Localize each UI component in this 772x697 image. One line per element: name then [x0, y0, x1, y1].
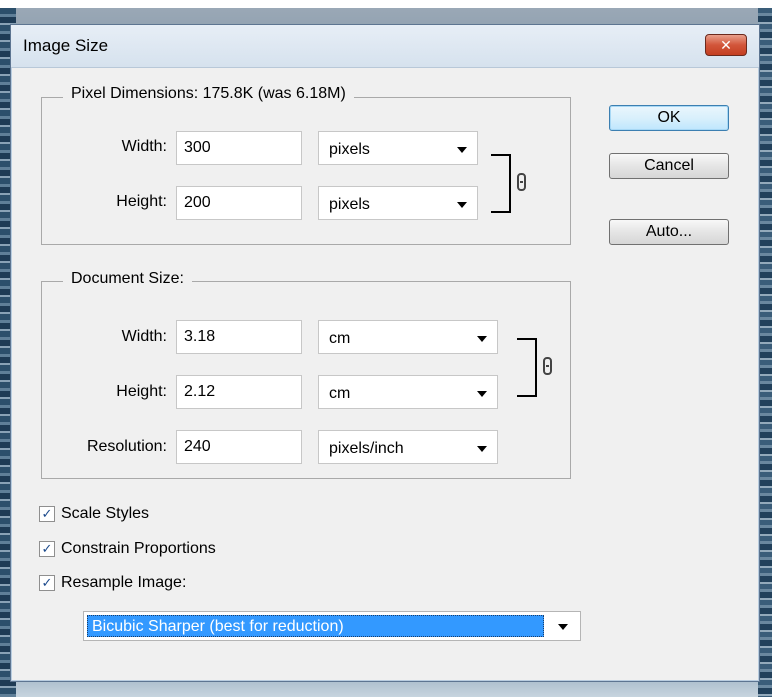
- auto-button[interactable]: Auto...: [609, 219, 729, 245]
- resample-image-label[interactable]: Resample Image:: [61, 574, 186, 592]
- dialog-title: Image Size: [23, 36, 109, 55]
- doc-height-unit-value: cm: [329, 385, 351, 402]
- resolution-unit-value: pixels/inch: [329, 440, 404, 457]
- chevron-down-icon: [477, 391, 487, 397]
- chevron-down-icon: [457, 147, 467, 153]
- constrain-proportions-checkbox[interactable]: ✓: [39, 541, 55, 557]
- title-bar[interactable]: Image Size ✕: [11, 25, 759, 68]
- chevron-down-icon: [477, 446, 487, 452]
- chain-link-icon: [517, 173, 526, 191]
- background-photo-right: [758, 8, 772, 697]
- pixel-width-unit-value: pixels: [329, 141, 370, 158]
- pixel-dimensions-legend: Pixel Dimensions: 175.8K (was 6.18M): [63, 85, 354, 103]
- close-button[interactable]: ✕: [705, 34, 747, 56]
- chevron-down-icon: [558, 624, 568, 630]
- pixel-height-input[interactable]: 200: [176, 186, 302, 220]
- checkmark-icon: ✓: [41, 575, 53, 590]
- resample-image-checkbox[interactable]: ✓: [39, 575, 55, 591]
- doc-height-unit-select[interactable]: cm: [318, 375, 498, 409]
- image-size-dialog: Image Size ✕ Pixel Dimensions: 175.8K (w…: [10, 24, 760, 682]
- doc-width-label: Width:: [121, 328, 167, 345]
- ok-button[interactable]: OK: [609, 105, 729, 131]
- resample-method-value: Bicubic Sharper (best for reduction): [87, 615, 544, 637]
- close-icon: ✕: [720, 37, 732, 53]
- scale-styles-label[interactable]: Scale Styles: [61, 505, 149, 523]
- checkmark-icon: ✓: [41, 541, 53, 556]
- pixel-width-unit-select[interactable]: pixels: [318, 131, 478, 165]
- resolution-unit-select[interactable]: pixels/inch: [318, 430, 498, 464]
- doc-width-unit-value: cm: [329, 330, 351, 347]
- chain-link-icon: [543, 357, 552, 375]
- resolution-label: Resolution:: [86, 438, 167, 455]
- pixel-width-input[interactable]: 300: [176, 131, 302, 165]
- constrain-proportions-label[interactable]: Constrain Proportions: [61, 540, 216, 558]
- chevron-down-icon: [457, 202, 467, 208]
- pixel-height-label: Height:: [116, 193, 167, 210]
- resample-method-select[interactable]: Bicubic Sharper (best for reduction): [83, 611, 581, 641]
- doc-constrain-bracket: [517, 338, 537, 397]
- checkmark-icon: ✓: [41, 506, 53, 521]
- resolution-input[interactable]: 240: [176, 430, 302, 464]
- pixel-constrain-bracket: [491, 154, 511, 213]
- chevron-down-icon: [477, 336, 487, 342]
- cancel-button[interactable]: Cancel: [609, 153, 729, 179]
- doc-height-label: Height:: [116, 383, 167, 400]
- doc-width-input[interactable]: 3.18: [176, 320, 302, 354]
- pixel-width-label: Width:: [121, 138, 167, 155]
- pixel-height-unit-value: pixels: [329, 196, 370, 213]
- document-size-legend: Document Size:: [63, 270, 192, 288]
- doc-width-unit-select[interactable]: cm: [318, 320, 498, 354]
- doc-height-input[interactable]: 2.12: [176, 375, 302, 409]
- scale-styles-checkbox[interactable]: ✓: [39, 506, 55, 522]
- pixel-height-unit-select[interactable]: pixels: [318, 186, 478, 220]
